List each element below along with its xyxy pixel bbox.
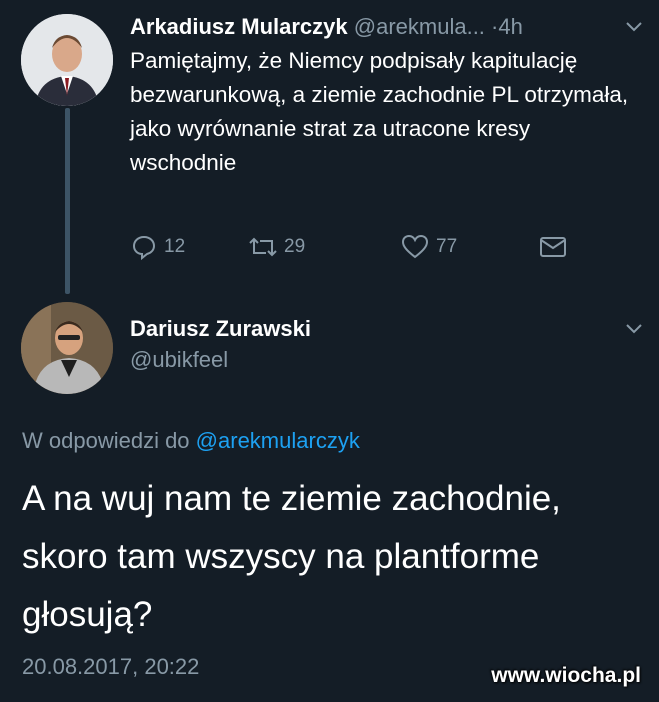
- tweet-header: Arkadiusz Mularczyk @arekmula... ·4h: [130, 12, 650, 46]
- reply-icon: [132, 235, 156, 261]
- chevron-down-icon[interactable]: [624, 322, 644, 341]
- author-handle[interactable]: @arekmula...: [354, 14, 485, 39]
- chevron-down-icon[interactable]: [624, 20, 644, 39]
- direct-message-button[interactable]: [538, 232, 568, 262]
- reply-prefix: W odpowiedzi do: [22, 428, 190, 453]
- reply-count: 12: [164, 236, 186, 257]
- reply-context: W odpowiedzi do @arekmularczyk: [22, 428, 360, 454]
- direct-message-icon: [540, 237, 566, 257]
- like-count: 77: [436, 236, 458, 257]
- tweet-timestamp[interactable]: 20.08.2017, 20:22: [22, 654, 199, 680]
- author-name[interactable]: Arkadiusz Mularczyk: [130, 14, 348, 39]
- tweet-text: A na wuj nam te ziemie zachodnie, skoro …: [22, 479, 561, 634]
- avatar-portrait: [21, 14, 113, 106]
- like-button[interactable]: 77: [400, 232, 457, 262]
- reply-button[interactable]: 12: [130, 232, 185, 262]
- tweet-time[interactable]: 4h: [498, 14, 522, 39]
- retweet-icon: [249, 237, 277, 257]
- like-icon: [401, 234, 429, 259]
- author-name[interactable]: Dariusz Zurawski: [130, 316, 311, 342]
- tweet-actions: 12 29 77: [130, 232, 580, 264]
- avatar-portrait: [21, 302, 113, 394]
- tweet-text: Pamiętajmy, że Niemcy podpisały kapitula…: [130, 48, 629, 175]
- thread-connector-line: [65, 108, 70, 294]
- watermark: www.wiocha.pl: [491, 664, 641, 687]
- author-handle[interactable]: @ubikfeel: [130, 347, 228, 373]
- retweet-count: 29: [284, 236, 306, 257]
- retweet-button[interactable]: 29: [246, 232, 305, 262]
- avatar[interactable]: [21, 302, 113, 394]
- reply-to-link[interactable]: @arekmularczyk: [196, 428, 360, 453]
- avatar[interactable]: [21, 14, 113, 106]
